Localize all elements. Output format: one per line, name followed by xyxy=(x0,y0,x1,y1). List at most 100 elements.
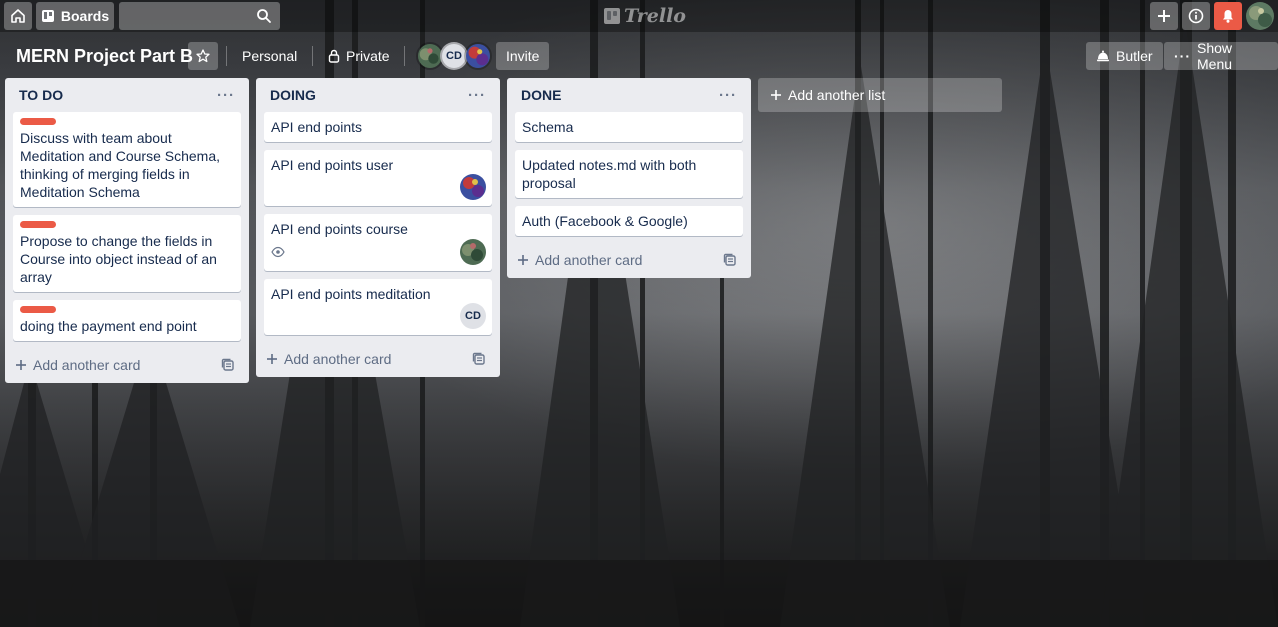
butler-label: Butler xyxy=(1116,48,1153,64)
card-title: API end points xyxy=(271,119,363,135)
butler-icon xyxy=(1097,50,1109,62)
visibility-label: Private xyxy=(346,48,390,64)
trello-logo-icon xyxy=(604,8,620,24)
list-header[interactable]: DONE ··· xyxy=(515,78,743,112)
list-title[interactable]: DOING xyxy=(270,87,316,103)
watching-eye-icon xyxy=(271,246,285,258)
plus-icon xyxy=(267,354,277,364)
board-title[interactable]: MERN Project Part B xyxy=(8,40,201,72)
add-list-button[interactable]: Add another list xyxy=(758,78,1002,112)
card[interactable]: doing the payment end point xyxy=(13,300,241,341)
member-avatar-image xyxy=(466,44,490,68)
bell-icon xyxy=(1223,10,1233,23)
add-card-label: Add another card xyxy=(33,357,141,373)
list-header[interactable]: DOING ··· xyxy=(264,78,492,112)
team-label: Personal xyxy=(242,48,298,64)
trello-logo[interactable]: Trello xyxy=(604,5,686,27)
card-template-icon[interactable] xyxy=(472,352,486,366)
header-divider xyxy=(312,46,313,66)
create-button[interactable] xyxy=(1150,2,1178,30)
show-menu-button[interactable]: ··· Show Menu xyxy=(1164,40,1278,72)
card-label-red[interactable] xyxy=(20,221,56,228)
member-avatar-image xyxy=(418,44,442,68)
invite-label: Invite xyxy=(506,48,540,64)
card-title: Discuss with team about Meditation and C… xyxy=(20,130,220,200)
list-menu-icon[interactable]: ··· xyxy=(468,87,486,104)
card-template-icon[interactable] xyxy=(723,253,737,267)
plus-icon xyxy=(518,255,528,265)
invite-button[interactable]: Invite xyxy=(496,42,550,70)
plus-icon xyxy=(1158,10,1170,22)
card-member-avatar[interactable]: CD xyxy=(460,303,486,329)
add-card-button[interactable]: Add another card xyxy=(515,244,743,276)
trello-logo-text: Trello xyxy=(624,5,686,27)
add-card-label: Add another card xyxy=(284,351,392,367)
notifications-button[interactable] xyxy=(1214,2,1242,30)
card-title: Propose to change the fields in Course i… xyxy=(20,233,217,285)
list-title[interactable]: TO DO xyxy=(19,87,63,103)
more-icon: ··· xyxy=(1174,48,1191,64)
member-initials: CD xyxy=(446,50,462,62)
card[interactable]: Propose to change the fields in Course i… xyxy=(13,215,241,292)
card-title: API end points user xyxy=(271,157,394,173)
member-avatar-image xyxy=(460,239,486,265)
visibility-button[interactable]: Private xyxy=(318,42,400,70)
list-title[interactable]: DONE xyxy=(521,87,561,103)
plus-icon xyxy=(771,90,781,100)
list-doing: DOING ··· API end points API end points … xyxy=(256,78,500,377)
add-card-label: Add another card xyxy=(535,252,643,268)
card[interactable]: Updated notes.md with both proposal xyxy=(515,150,743,198)
search-icon xyxy=(257,9,271,23)
plus-icon xyxy=(16,360,26,370)
card-label-red[interactable] xyxy=(20,306,56,313)
avatar-image xyxy=(1246,2,1274,30)
card-label-red[interactable] xyxy=(20,118,56,125)
card-title: doing the payment end point xyxy=(20,318,197,334)
card[interactable]: API end points xyxy=(264,112,492,142)
info-icon xyxy=(1188,8,1204,24)
member-avatar-image xyxy=(460,174,486,200)
card-member-avatar[interactable] xyxy=(460,174,486,200)
lock-icon xyxy=(328,49,340,63)
card[interactable]: API end points meditation CD xyxy=(264,279,492,335)
list-done: DONE ··· Schema Updated notes.md with bo… xyxy=(507,78,751,278)
info-button[interactable] xyxy=(1182,2,1210,30)
boards-icon xyxy=(41,10,54,22)
card-template-icon[interactable] xyxy=(221,358,235,372)
list-todo: TO DO ··· Discuss with team about Medita… xyxy=(5,78,249,383)
member-initials: CD xyxy=(465,310,481,322)
card-title: Updated notes.md with both proposal xyxy=(522,157,697,191)
team-button[interactable]: Personal xyxy=(232,42,307,70)
card-title: Schema xyxy=(522,119,574,135)
board-members: CD xyxy=(416,42,492,70)
card-title: API end points meditation xyxy=(271,286,431,302)
butler-button[interactable]: Butler xyxy=(1086,42,1163,70)
card[interactable]: Auth (Facebook & Google) xyxy=(515,206,743,236)
member-avatar[interactable] xyxy=(464,42,492,70)
star-button[interactable] xyxy=(188,42,218,70)
card[interactable]: API end points course xyxy=(264,214,492,271)
show-menu-label: Show Menu xyxy=(1197,40,1233,72)
card-title: API end points course xyxy=(271,221,408,237)
list-header[interactable]: TO DO ··· xyxy=(13,78,241,112)
card[interactable]: Schema xyxy=(515,112,743,142)
add-card-button[interactable]: Add another card xyxy=(264,343,492,375)
card[interactable]: Discuss with team about Meditation and C… xyxy=(13,112,241,207)
card[interactable]: API end points user xyxy=(264,150,492,206)
header-divider xyxy=(404,46,405,66)
add-list-label: Add another list xyxy=(788,87,886,103)
home-button[interactable] xyxy=(4,2,32,30)
header-divider xyxy=(226,46,227,66)
boards-label: Boards xyxy=(60,8,110,24)
home-icon xyxy=(11,9,25,23)
card-member-avatar[interactable] xyxy=(460,239,486,265)
list-menu-icon[interactable]: ··· xyxy=(719,87,737,104)
search-input[interactable] xyxy=(119,2,280,30)
card-badges xyxy=(271,244,485,260)
add-card-button[interactable]: Add another card xyxy=(13,349,241,381)
list-menu-icon[interactable]: ··· xyxy=(217,87,235,104)
star-icon xyxy=(196,49,210,63)
card-title: Auth (Facebook & Google) xyxy=(522,213,688,229)
user-avatar[interactable] xyxy=(1246,2,1274,30)
boards-button[interactable]: Boards xyxy=(36,2,114,30)
